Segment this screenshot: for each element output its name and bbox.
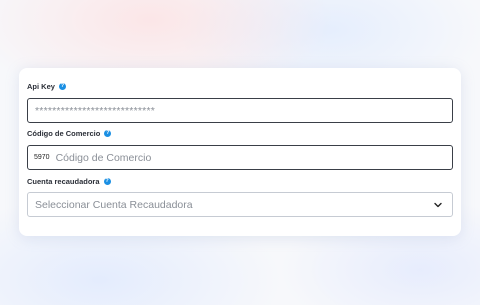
codigo-comercio-label-row: Código de Comercio ? xyxy=(27,129,112,138)
chevron-down-icon xyxy=(434,202,442,207)
api-key-label-row: Api Key ? xyxy=(27,82,66,91)
codigo-comercio-prefix: 5970 xyxy=(34,154,50,161)
codigo-comercio-label: Código de Comercio xyxy=(27,129,101,138)
help-icon[interactable]: ? xyxy=(103,178,111,185)
cuenta-recaudadora-selected: Seleccionar Cuenta Recaudadora xyxy=(35,198,193,211)
form-card: Api Key ? Código de Comercio ? 5970 Cuen… xyxy=(19,68,461,236)
help-icon[interactable]: ? xyxy=(58,83,66,90)
api-key-label: Api Key xyxy=(27,82,55,91)
cuenta-recaudadora-label: Cuenta recaudadora xyxy=(27,177,100,186)
api-key-field[interactable] xyxy=(27,98,453,123)
codigo-comercio-input[interactable] xyxy=(55,147,452,168)
cuenta-recaudadora-select[interactable]: Seleccionar Cuenta Recaudadora xyxy=(27,192,453,217)
cuenta-recaudadora-label-row: Cuenta recaudadora ? xyxy=(27,177,111,186)
codigo-comercio-field[interactable]: 5970 xyxy=(27,145,453,170)
api-key-input[interactable] xyxy=(35,100,452,121)
help-icon[interactable]: ? xyxy=(104,130,112,137)
